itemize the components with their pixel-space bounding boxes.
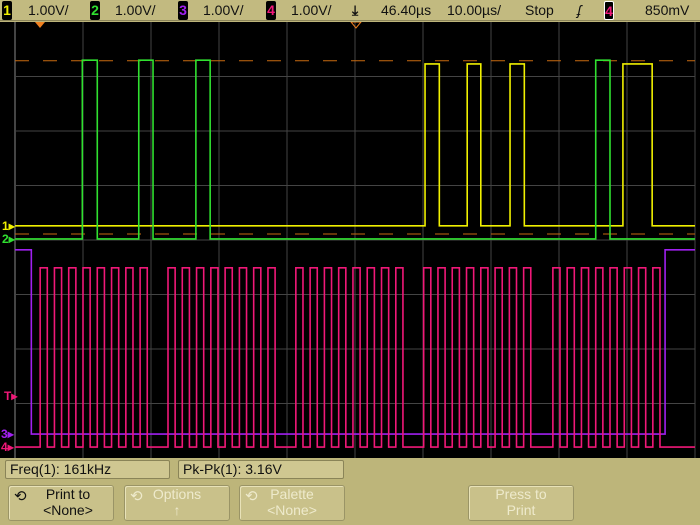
softkey-line2: Print: [506, 502, 536, 518]
ch1-marker-label: 1: [2, 219, 9, 233]
rising-edge-icon: ʄ: [577, 2, 582, 18]
ch2-scale: 1.00V/: [115, 2, 156, 18]
ch3-marker-label: 3: [1, 427, 8, 441]
ch4-ground-marker[interactable]: 4▸: [1, 441, 14, 453]
ch4-marker-label: 4: [1, 440, 8, 454]
trigger-position-marker: [35, 22, 45, 28]
ch2-ground-marker[interactable]: 2▸: [2, 233, 15, 245]
ch2-marker-label: 2: [2, 232, 9, 246]
ch1-ground-marker[interactable]: 1▸: [2, 220, 15, 232]
softkey-line1: Press to: [495, 486, 547, 502]
trigger-marker-label: T: [4, 389, 12, 403]
delay-value: 46.40µs: [381, 2, 432, 18]
ch1-badge[interactable]: 1: [2, 1, 12, 20]
delay-icon: ⤓: [352, 2, 359, 18]
status-bar: 1 1.00V/ 2 1.00V/ 3 1.00V/ 4 1.00V/ ⤓ 46…: [0, 0, 700, 21]
ch2-badge[interactable]: 2: [90, 1, 100, 20]
rotate-knob-icon: ⟲: [14, 488, 27, 505]
measurement-pkpk: Pk-Pk(1): 3.16V: [178, 460, 344, 479]
ch4-badge[interactable]: 4: [266, 1, 276, 20]
ch4-scale: 1.00V/: [291, 2, 332, 18]
time-reference-marker: [350, 22, 362, 29]
trigger-level-marker[interactable]: T▸: [4, 390, 17, 402]
ch3-badge[interactable]: 3: [178, 1, 188, 20]
rotate-knob-icon: ⟲: [245, 488, 258, 505]
press-to-print-softkey[interactable]: Press to Print: [468, 485, 574, 521]
trigger-source-badge[interactable]: 4: [604, 1, 614, 20]
waveform-display: 1▸ 2▸ T▸ 3▸ 4▸: [0, 22, 700, 458]
ch3-scale: 1.00V/: [203, 2, 244, 18]
trigger-level: 850mV: [645, 2, 690, 18]
ch3-ground-marker[interactable]: 3▸: [1, 428, 14, 440]
options-softkey[interactable]: ⟲ Options ↑: [124, 485, 230, 521]
waveform-plot: [14, 22, 696, 458]
ch1-scale: 1.00V/: [28, 2, 69, 18]
print-to-softkey[interactable]: ⟲ Print to <None>: [8, 485, 114, 521]
rotate-knob-icon: ⟲: [130, 488, 143, 505]
palette-softkey[interactable]: ⟲ Palette <None>: [239, 485, 345, 521]
run-state: Stop: [525, 2, 554, 18]
measurement-freq: Freq(1): 161kHz: [5, 460, 170, 479]
timebase-value: 10.00µs/: [447, 2, 501, 18]
